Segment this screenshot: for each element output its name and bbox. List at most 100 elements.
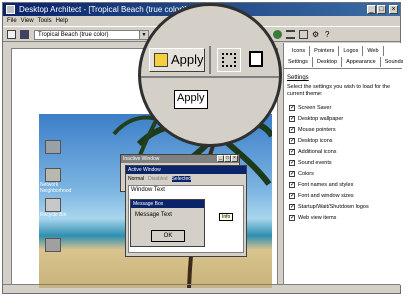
magnified-toolbar-edge [141, 76, 279, 78]
copy-icon[interactable] [299, 30, 308, 39]
checkbox-colors[interactable]: ✓ [289, 170, 295, 177]
settings-pane: Icons Pointers Logos Web Settings Desktop App… [283, 43, 403, 285]
setting-colors-label: Colors [298, 171, 314, 177]
save-icon[interactable] [20, 30, 29, 39]
tab-web[interactable]: Web [363, 46, 384, 56]
checkbox-font-names[interactable]: ✓ [289, 181, 295, 188]
select-region-icon [222, 53, 236, 67]
settings-title: Settings [287, 75, 309, 81]
toolbar-separator [209, 46, 211, 74]
tab-icons[interactable]: Icons [288, 46, 311, 56]
setting-web-view[interactable]: ✓ Web view items [289, 213, 399, 224]
apply-tooltip: Apply [174, 90, 208, 109]
setting-font-names-label: Font names and styles [298, 182, 354, 188]
tab-sounds[interactable]: Sounds [381, 57, 407, 67]
app-icon [6, 5, 15, 14]
tab-row-2: Settings Desktop Appearance Sounds [284, 57, 407, 67]
folder-icon[interactable] [45, 238, 61, 252]
setting-desktop-icons[interactable]: ✓ Desktop icons [289, 136, 399, 147]
menu-selected: Selected [171, 176, 192, 182]
apply-button[interactable]: Apply [149, 48, 205, 72]
settings-checklist: ✓ Screen Saver ✓ Desktop wallpaper ✓ Mouse … [289, 103, 399, 224]
setting-font-sizes-label: Font and window sizes [298, 193, 354, 199]
preview-menu-bar: Normal Disabled Selected [128, 176, 192, 182]
tab-settings[interactable]: Settings [284, 57, 313, 67]
menu-normal: Normal [128, 176, 145, 182]
setting-additional-icons[interactable]: ✓ Additional icons [289, 147, 399, 158]
window-text: Window Text [131, 187, 165, 193]
maximize-button[interactable]: □ [377, 5, 386, 14]
setting-font-names[interactable]: ✓ Font names and styles [289, 180, 399, 191]
apply-icon [154, 53, 168, 67]
setting-desktop-wallpaper-label: Desktop wallpaper [298, 116, 344, 122]
setting-screen-saver-label: Screen Saver [298, 105, 332, 111]
network-neighborhood-label: Network Neighborhood [40, 182, 72, 194]
window-title: Desktop Architect - [Tropical Beach (tru… [19, 5, 187, 14]
recycle-bin-icon[interactable] [45, 198, 61, 212]
close-button[interactable]: × [389, 5, 398, 14]
magnifier-callout: Apply Apply [138, 3, 282, 147]
tab-pointers[interactable]: Pointers [310, 46, 340, 56]
menu-help[interactable]: Help [56, 18, 68, 24]
export-button[interactable] [245, 48, 269, 72]
setting-sound-events[interactable]: ✓ Sound events [289, 158, 399, 169]
menu-tools[interactable]: Tools [38, 18, 52, 24]
computer-icon[interactable] [45, 140, 61, 154]
ok-button[interactable]: OK [151, 230, 185, 242]
checkbox-font-sizes[interactable]: ✓ [289, 192, 295, 199]
message-box-title: Message Box [131, 200, 204, 208]
active-window-title: Active Window [126, 166, 246, 174]
tools-icon[interactable]: ⚙ [312, 30, 321, 39]
inactive-minimize-icon: _ [217, 155, 224, 162]
setting-web-view-label: Web view items [298, 215, 337, 221]
network-icon[interactable] [45, 168, 61, 182]
setting-colors[interactable]: ✓ Colors [289, 169, 399, 180]
setting-desktop-wallpaper[interactable]: ✓ Desktop wallpaper [289, 114, 399, 125]
apply-button-label: Apply [171, 52, 204, 67]
message-box-preview: Message Box Message Text OK [130, 199, 205, 247]
recycle-bin-label: Recycle Bin [40, 212, 67, 218]
tab-logos[interactable]: Logos [339, 46, 364, 56]
checkbox-desktop-icons[interactable]: ✓ [289, 137, 295, 144]
setting-mouse-pointers-label: Mouse pointers [298, 127, 336, 133]
tab-row-1: Icons Pointers Logos Web [288, 46, 384, 56]
select-region-button[interactable] [217, 48, 241, 72]
tab-desktop[interactable]: Desktop [313, 57, 343, 67]
chevron-down-icon[interactable]: ▼ [139, 31, 148, 39]
export-icon [249, 51, 263, 67]
checkbox-desktop-wallpaper[interactable]: ✓ [289, 115, 295, 122]
info-tooltip: Info [219, 213, 234, 221]
checkbox-screen-saver[interactable]: ✓ [289, 104, 295, 111]
menu-view[interactable]: View [21, 18, 34, 24]
settings-description: Select the settings you wish to load for… [287, 84, 391, 97]
checkbox-mouse-pointers[interactable]: ✓ [289, 126, 295, 133]
tab-divider [284, 68, 402, 69]
menu-file[interactable]: File [7, 18, 17, 24]
setting-sound-events-label: Sound events [298, 160, 332, 166]
setting-additional-icons-label: Additional icons [298, 149, 337, 155]
setting-screen-saver[interactable]: ✓ Screen Saver [289, 103, 399, 114]
theme-select[interactable]: Tropical Beach (true color) ▼ [34, 30, 149, 40]
setting-logos-label: Startup/Wait/Shutdown logos [298, 204, 369, 210]
setting-logos[interactable]: ✓ Startup/Wait/Shutdown logos [289, 202, 399, 213]
list-icon[interactable] [286, 30, 295, 39]
checkbox-additional-icons[interactable]: ✓ [289, 148, 295, 155]
globe-icon[interactable] [273, 30, 282, 39]
help-icon[interactable]: ? [325, 30, 334, 39]
setting-font-sizes[interactable]: ✓ Font and window sizes [289, 191, 399, 202]
status-bar [3, 284, 400, 294]
tab-appearance[interactable]: Appearance [342, 57, 381, 67]
new-theme-icon[interactable] [7, 30, 16, 39]
message-text: Message Text [135, 212, 172, 218]
inactive-maximize-icon: □ [224, 155, 231, 162]
menu-disabled: Disabled [148, 176, 168, 182]
setting-mouse-pointers[interactable]: ✓ Mouse pointers [289, 125, 399, 136]
inactive-close-icon: × [231, 155, 238, 162]
checkbox-sound-events[interactable]: ✓ [289, 159, 295, 166]
checkbox-web-view[interactable]: ✓ [289, 214, 295, 221]
theme-select-value: Tropical Beach (true color) [38, 32, 109, 38]
minimize-button[interactable]: _ [367, 5, 376, 14]
setting-desktop-icons-label: Desktop icons [298, 138, 333, 144]
screenshot-stage: Desktop Architect - [Tropical Beach (tru… [0, 0, 407, 297]
checkbox-logos[interactable]: ✓ [289, 203, 295, 210]
